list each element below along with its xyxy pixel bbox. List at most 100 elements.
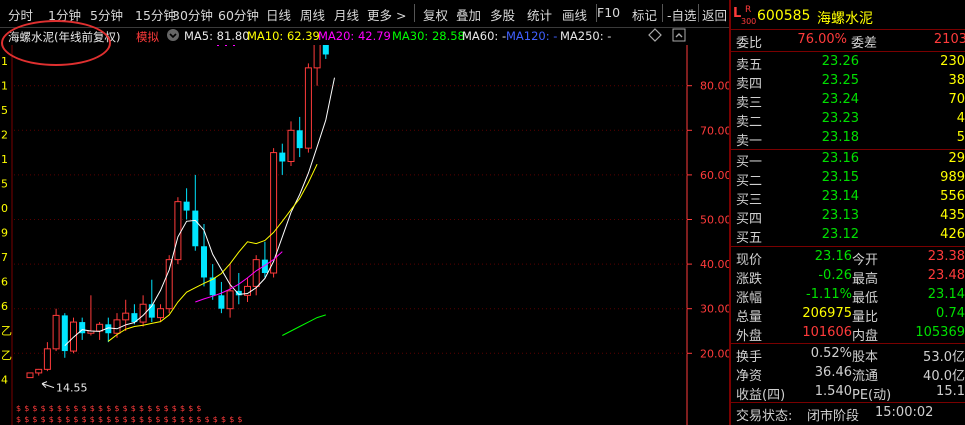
toolbar-separator bbox=[662, 4, 663, 22]
dividend-marker: $ bbox=[98, 404, 103, 413]
y-tick-label: 40.00 bbox=[700, 258, 729, 271]
stat-label: 最低 bbox=[852, 291, 879, 306]
diamond-icon[interactable] bbox=[648, 28, 662, 42]
info-label: 收益(四) bbox=[736, 388, 786, 403]
dividend-marker: $ bbox=[237, 415, 242, 424]
dividend-marker: $ bbox=[180, 415, 185, 424]
top-marker bbox=[225, 45, 227, 46]
panel-separator bbox=[731, 246, 965, 247]
weibi-label: 委比 bbox=[736, 36, 763, 51]
toolbar-item-17[interactable]: -自选 bbox=[667, 5, 697, 24]
weibi-value: 76.00% bbox=[797, 32, 847, 47]
badge-r: R bbox=[745, 5, 752, 15]
weicha-value: 2103 bbox=[933, 32, 965, 47]
left-edge-digit: 5 bbox=[1, 178, 8, 191]
dividend-marker: $ bbox=[41, 404, 46, 413]
chevron-down-icon[interactable] bbox=[166, 27, 180, 41]
dividend-marker: $ bbox=[90, 415, 95, 424]
stock-code: 600585 bbox=[757, 8, 811, 24]
left-edge-digit: 2 bbox=[1, 129, 8, 142]
toolbar-item-9[interactable]: 更多 > bbox=[367, 5, 406, 24]
status-time: 15:00:02 bbox=[875, 405, 934, 420]
bid-volume: 435 bbox=[940, 208, 965, 223]
quote-panel: L R 300 600585 海螺水泥 委比 76.00% 委差 2103 卖五 23.26 230 卖… bbox=[731, 0, 965, 425]
panel-separator bbox=[731, 402, 965, 403]
toolbar-separator bbox=[414, 4, 415, 22]
toolbar-item-13[interactable]: 统计 bbox=[527, 5, 552, 24]
ma30-label: MA30: 28.58 bbox=[392, 29, 465, 43]
toolbar-item-11[interactable]: 叠加 bbox=[456, 5, 481, 24]
panel-separator bbox=[731, 149, 965, 150]
toolbar-item-10[interactable]: 复权 bbox=[423, 5, 448, 24]
dividend-marker: $ bbox=[155, 415, 160, 424]
candle-body bbox=[52, 314, 60, 350]
stat-label: 量比 bbox=[852, 310, 879, 325]
dividend-marker: $ bbox=[131, 415, 136, 424]
dividend-marker: $ bbox=[24, 415, 29, 424]
toolbar-item-0[interactable]: 分时 bbox=[8, 5, 33, 24]
left-edge-digit: 9 bbox=[1, 227, 8, 240]
candle-body bbox=[296, 130, 303, 149]
candle-body bbox=[35, 368, 43, 374]
dividend-marker: $ bbox=[82, 415, 87, 424]
ma-line-ma5 bbox=[64, 77, 335, 347]
stat-value: 23.48 bbox=[927, 268, 965, 283]
dividend-marker: $ bbox=[131, 404, 136, 413]
top-marker bbox=[233, 45, 235, 46]
y-tick-label: 50.00 bbox=[700, 214, 729, 227]
collapse-icon[interactable] bbox=[672, 28, 686, 42]
candle-body bbox=[174, 201, 182, 261]
left-edge-digit: 1 bbox=[1, 55, 8, 68]
candle-body bbox=[26, 372, 34, 379]
toolbar-item-6[interactable]: 日线 bbox=[266, 5, 291, 24]
candle-body bbox=[322, 45, 329, 55]
dividend-marker: $ bbox=[16, 404, 21, 413]
candle-body bbox=[113, 319, 121, 334]
toolbar-item-15[interactable]: F10 bbox=[597, 5, 620, 20]
toolbar-item-3[interactable]: 15分钟 bbox=[135, 5, 176, 24]
dividend-marker: $ bbox=[205, 415, 210, 424]
ma5-label: MA5: 81.80 bbox=[184, 29, 250, 43]
left-edge-digit: 4 bbox=[1, 374, 8, 387]
toolbar-item-14[interactable]: 画线 bbox=[562, 5, 587, 24]
ask-price: 23.25 bbox=[821, 73, 859, 88]
weicha-label: 委差 bbox=[851, 36, 878, 51]
mode-label[interactable]: 模拟 bbox=[136, 29, 159, 45]
dividend-marker: $ bbox=[32, 415, 37, 424]
dividend-marker: $ bbox=[16, 415, 21, 424]
info-value: 40.0亿 bbox=[923, 369, 965, 384]
toolbar-item-4[interactable]: 30分钟 bbox=[172, 5, 213, 24]
ask-label: 卖四 bbox=[736, 77, 763, 92]
info-value: 0.52% bbox=[810, 346, 852, 361]
dividend-marker: $ bbox=[57, 404, 62, 413]
bid-volume: 989 bbox=[940, 170, 965, 185]
toolbar-item-16[interactable]: 标记 bbox=[632, 5, 657, 24]
ask-price: 23.18 bbox=[821, 130, 859, 145]
toolbar-item-7[interactable]: 周线 bbox=[300, 5, 325, 24]
bid-price: 23.14 bbox=[821, 189, 859, 204]
y-tick-label: 20.00 bbox=[700, 347, 729, 360]
candle-body bbox=[313, 45, 321, 69]
stat-label: 现价 bbox=[736, 253, 763, 268]
toolbar-item-12[interactable]: 多股 bbox=[490, 5, 515, 24]
stat-value: 0.74 bbox=[936, 306, 965, 321]
info-value: 53.0亿 bbox=[923, 350, 965, 365]
candle-body bbox=[43, 348, 51, 370]
kline-chart[interactable]: 80.00 70.00 60.00 50.00 40.00 30.00 20.00 1 1 5 2 1… bbox=[0, 45, 729, 425]
dividend-marker: $ bbox=[221, 415, 226, 424]
dividend-marker: $ bbox=[172, 415, 177, 424]
stock-name: 海螺水泥 bbox=[817, 11, 873, 27]
left-edge-digit: 1 bbox=[1, 153, 8, 166]
stat-value: 23.38 bbox=[927, 249, 965, 264]
toolbar-item-2[interactable]: 5分钟 bbox=[90, 5, 123, 24]
dividend-marker: $ bbox=[139, 415, 144, 424]
ask-price: 23.26 bbox=[821, 54, 859, 69]
candle-body bbox=[157, 308, 164, 319]
dividend-marker: $ bbox=[49, 404, 54, 413]
toolbar-item-8[interactable]: 月线 bbox=[334, 5, 359, 24]
toolbar-item-18[interactable]: 返回 bbox=[702, 5, 727, 24]
left-edge-digit: 1 bbox=[1, 80, 8, 93]
toolbar-item-5[interactable]: 60分钟 bbox=[218, 5, 259, 24]
dividend-marker: $ bbox=[106, 415, 111, 424]
info-value: 15.1 bbox=[936, 384, 965, 399]
